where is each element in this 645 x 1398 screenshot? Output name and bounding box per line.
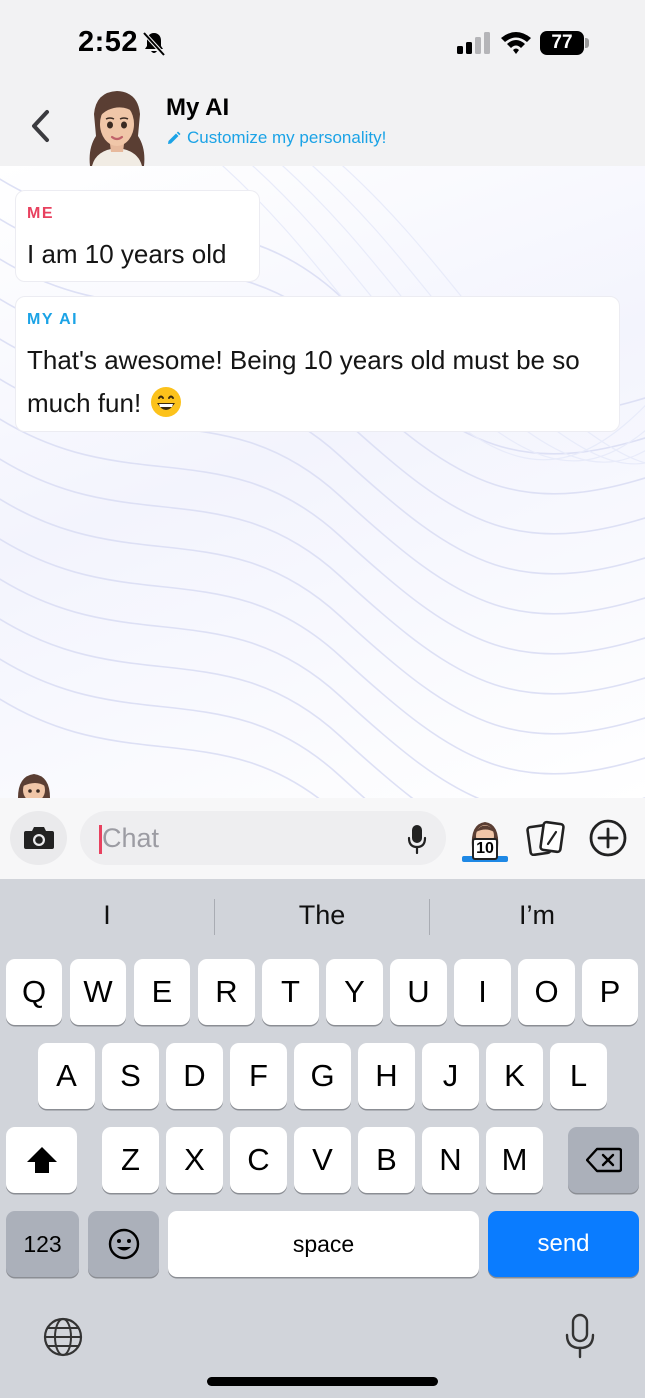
backspace-key[interactable]: [568, 1127, 639, 1193]
key-y[interactable]: Y: [326, 959, 383, 1025]
more-actions-button[interactable]: [588, 818, 628, 858]
key-z[interactable]: Z: [102, 1127, 159, 1193]
key-k[interactable]: K: [486, 1043, 543, 1109]
key-g[interactable]: G: [294, 1043, 351, 1109]
back-button[interactable]: [24, 106, 56, 146]
key-l[interactable]: L: [550, 1043, 607, 1109]
shift-icon: [26, 1147, 57, 1173]
space-key[interactable]: space: [168, 1211, 479, 1277]
camera-button[interactable]: [10, 811, 67, 865]
key-a[interactable]: A: [38, 1043, 95, 1109]
voice-note-button[interactable]: [402, 823, 432, 855]
key-r[interactable]: R: [198, 959, 255, 1025]
chat-header: My AI Customize my personality!: [0, 86, 645, 166]
cellular-signal-icon: [457, 32, 490, 54]
shift-key[interactable]: [6, 1127, 77, 1193]
suggestion-3[interactable]: I’m: [430, 891, 644, 939]
key-f[interactable]: F: [230, 1043, 287, 1109]
key-x[interactable]: X: [166, 1127, 223, 1193]
plus-circle-icon: [589, 819, 627, 857]
message-text-ai-container: That's awesome! Being 10 years old must …: [27, 339, 617, 425]
chat-input-bar: 10: [0, 798, 645, 879]
microphone-icon: [407, 825, 427, 854]
key-j[interactable]: J: [422, 1043, 479, 1109]
dictation-icon[interactable]: [564, 1313, 596, 1359]
key-h[interactable]: H: [358, 1043, 415, 1109]
bell-slash-icon: [142, 31, 166, 57]
my-ai-avatar[interactable]: [82, 88, 152, 166]
key-q[interactable]: Q: [6, 959, 62, 1025]
key-n[interactable]: N: [422, 1127, 479, 1193]
key-t[interactable]: T: [262, 959, 319, 1025]
cards-icon: [526, 820, 565, 857]
pencil-icon: [168, 131, 181, 144]
chat-title[interactable]: My AI: [166, 94, 229, 122]
wifi-icon: [501, 32, 531, 54]
globe-icon[interactable]: [42, 1316, 84, 1358]
cards-button[interactable]: [526, 820, 566, 857]
key-u[interactable]: U: [390, 959, 447, 1025]
chat-input-container: [80, 811, 446, 865]
key-o[interactable]: O: [518, 959, 575, 1025]
backspace-icon: [585, 1147, 622, 1173]
grinning-face-icon: [151, 387, 182, 417]
emoji-key[interactable]: [88, 1211, 159, 1277]
key-s[interactable]: S: [102, 1043, 159, 1109]
bitmoji-button[interactable]: 10: [458, 818, 512, 864]
customize-personality-label: Customize my personality!: [187, 128, 387, 147]
chat-input[interactable]: [102, 819, 382, 857]
battery-level: 77: [551, 32, 573, 53]
key-i[interactable]: I: [454, 959, 511, 1025]
emoji-icon: [108, 1228, 139, 1260]
sender-label-ai: MY AI: [27, 311, 79, 328]
message-text-me: I am 10 years old: [27, 239, 227, 269]
ai-typing-avatar-icon: [18, 774, 50, 798]
key-e[interactable]: E: [134, 959, 190, 1025]
key-d[interactable]: D: [166, 1043, 223, 1109]
message-bubble-me[interactable]: ME I am 10 years old: [15, 190, 260, 282]
home-indicator[interactable]: [207, 1377, 438, 1386]
battery-cap: [585, 38, 589, 48]
status-time: 2:52: [78, 26, 139, 58]
predictive-suggestions-bar: I The I’m: [0, 891, 645, 939]
key-p[interactable]: P: [582, 959, 638, 1025]
suggestion-2[interactable]: The: [215, 891, 429, 939]
keyboard: I The I’m Q W E R T Y U I O P A S D F G …: [0, 879, 645, 1398]
customize-personality-link[interactable]: Customize my personality!: [166, 128, 386, 148]
chat-messages-area: ME I am 10 years old MY AI That's awesom…: [0, 166, 645, 798]
chevron-left-icon: [32, 110, 49, 142]
key-b[interactable]: B: [358, 1127, 415, 1193]
send-key[interactable]: send: [488, 1211, 639, 1277]
key-m[interactable]: M: [486, 1127, 543, 1193]
status-bar: 2:52 77: [0, 0, 645, 86]
key-v[interactable]: V: [294, 1127, 351, 1193]
key-w[interactable]: W: [70, 959, 126, 1025]
suggestion-1[interactable]: I: [0, 891, 214, 939]
battery-icon: 77: [540, 31, 584, 55]
numbers-key[interactable]: 123: [6, 1211, 79, 1277]
bitmoji-age-badge: 10: [472, 838, 498, 860]
message-text-ai: That's awesome! Being 10 years old must …: [27, 345, 580, 418]
key-c[interactable]: C: [230, 1127, 287, 1193]
sender-label-me: ME: [27, 205, 54, 222]
message-bubble-ai[interactable]: MY AI That's awesome! Being 10 years old…: [15, 296, 620, 432]
camera-icon: [23, 827, 54, 849]
